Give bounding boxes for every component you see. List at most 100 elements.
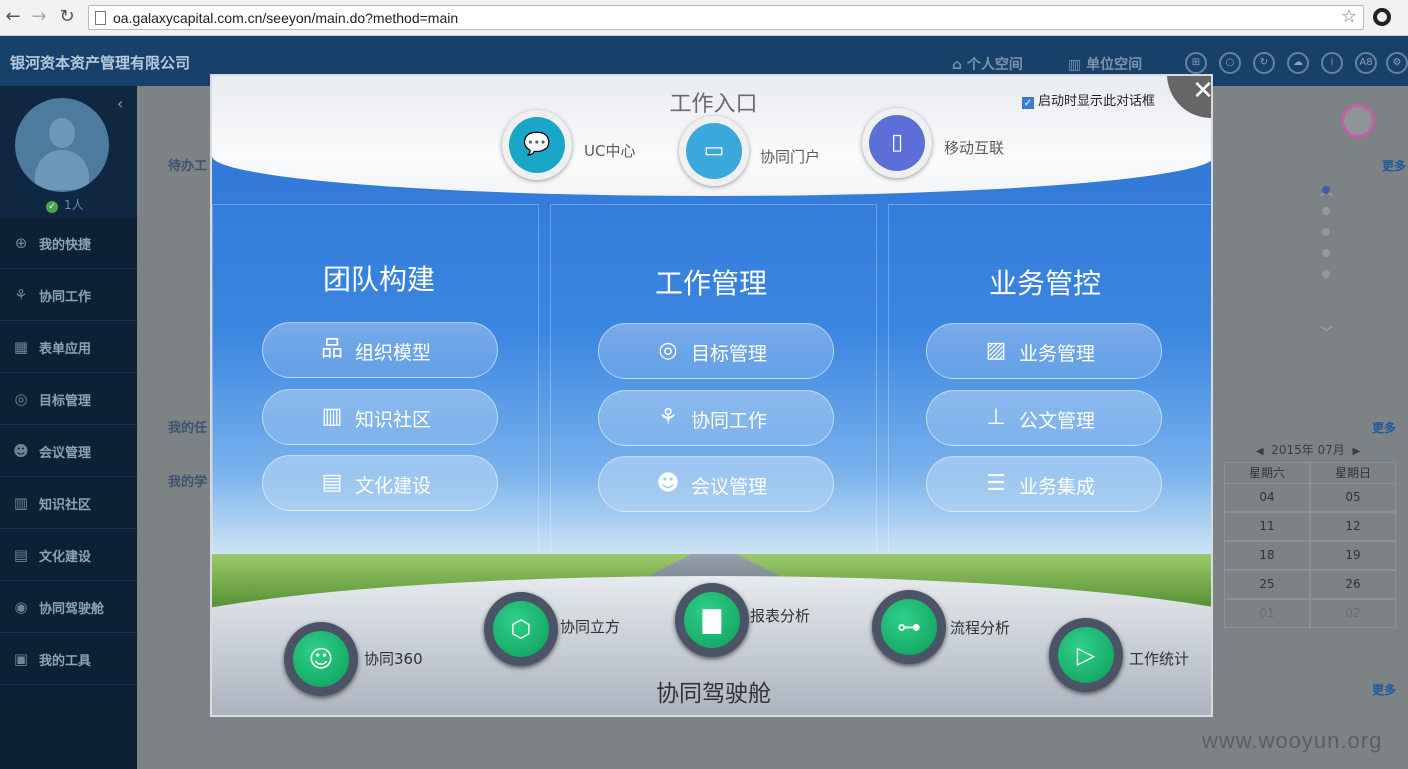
avatar[interactable] (15, 98, 109, 192)
uc-center-label[interactable]: UC中心 (584, 140, 635, 161)
collab-cube-label[interactable]: 协同立方 (560, 616, 620, 637)
calendar-day[interactable]: 04 (1224, 483, 1310, 512)
info-icon[interactable]: i (1321, 52, 1343, 74)
calendar-day[interactable]: 25 (1224, 570, 1310, 599)
calendar-day[interactable]: 05 (1310, 483, 1396, 512)
startup-checkbox[interactable]: ✓ 启动时显示此对话框 (1022, 90, 1155, 109)
forward-button[interactable]: → (28, 6, 50, 28)
collab-work-button[interactable]: ⚘ 协同工作 (598, 390, 834, 446)
calendar-next-icon[interactable]: ▶ (1352, 446, 1360, 457)
work-stats-label[interactable]: 工作统计 (1129, 648, 1189, 669)
meeting-mgmt-button[interactable]: ☻ 会议管理 (598, 456, 834, 512)
bar-chart-icon: ▇ (684, 592, 740, 648)
refresh-icon[interactable]: ↻ (1253, 52, 1275, 74)
sidebar-item-label: 会议管理 (39, 446, 92, 461)
document-mgmt-button[interactable]: ⊥ 公文管理 (926, 390, 1162, 446)
weekday-sun: 星期日 (1310, 462, 1396, 484)
calendar-prev-icon[interactable]: ◀ (1256, 446, 1264, 457)
calendar-day[interactable]: 19 (1310, 541, 1396, 570)
more-link[interactable]: 更多 (1372, 681, 1396, 698)
unit-space-link[interactable]: ▥ 单位空间 (1068, 54, 1142, 74)
collab-portal-label[interactable]: 协同门户 (760, 146, 820, 167)
sidebar-item-culture[interactable]: ▤ 文化建设 (0, 529, 137, 581)
mobile-internet-button[interactable]: ▯ (862, 108, 932, 178)
url-text: oa.galaxycapital.com.cn/seeyon/main.do?m… (113, 10, 459, 26)
meeting-icon: ☻ (656, 471, 680, 496)
flow-analysis-label[interactable]: 流程分析 (950, 617, 1010, 638)
bookmark-star-icon[interactable]: ☆ (1341, 6, 1357, 27)
page-icon (95, 11, 106, 25)
weekday-sat: 星期六 (1224, 462, 1310, 484)
cube-icon: ⬡ (493, 601, 549, 657)
culture-building-button[interactable]: ▤ 文化建设 (262, 455, 498, 511)
personal-space-link[interactable]: ⌂ 个人空间 (952, 54, 1023, 74)
sidebar-item-form-apps[interactable]: ▦ 表单应用 (0, 321, 137, 373)
sidebar-item-meeting-mgmt[interactable]: ☻ 会议管理 (0, 425, 137, 477)
collab-360-label[interactable]: 协同360 (364, 648, 423, 669)
business-mgmt-button[interactable]: ▨ 业务管理 (926, 323, 1162, 379)
mobile-internet-label[interactable]: 移动互联 (944, 137, 1004, 158)
sidebar-item-label: 知识社区 (39, 498, 92, 513)
knowledge-community-button[interactable]: ▥ 知识社区 (262, 389, 498, 445)
scroll-down-icon[interactable]: ﹀ (1320, 322, 1333, 341)
sidebar-item-collab-work[interactable]: ⚘ 协同工作 (0, 269, 137, 321)
sidebar-item-my-tools[interactable]: ▣ 我的工具 (0, 633, 137, 685)
carousel-dot-active[interactable] (1322, 186, 1330, 194)
collapse-sidebar-icon[interactable]: ‹ (117, 94, 123, 113)
sidebar-item-label: 我的工具 (39, 654, 92, 669)
target-icon: ◎ (658, 338, 678, 363)
settings-icon[interactable]: ⚙ (1386, 52, 1408, 74)
carousel-dot[interactable] (1322, 207, 1330, 215)
monitor-icon: ▭ (686, 123, 742, 179)
sidebar-item-cockpit[interactable]: ◉ 协同驾驶舱 (0, 581, 137, 633)
calendar-row: 04 05 (1218, 483, 1398, 512)
cloud-icon[interactable]: ☁ (1287, 52, 1309, 74)
carousel-dots[interactable] (1322, 186, 1334, 291)
sidebar-item-label: 文化建设 (39, 550, 92, 565)
font-size-icon[interactable]: A8 (1355, 52, 1377, 74)
button-label: 协同工作 (691, 410, 768, 432)
collab-360-button[interactable]: ☺ (284, 622, 358, 696)
address-bar[interactable]: oa.galaxycapital.com.cn/seeyon/main.do?m… (88, 5, 1364, 30)
collab-cube-button[interactable]: ⬡ (484, 592, 558, 666)
more-link[interactable]: 更多 (1372, 419, 1396, 436)
sidebar-item-knowledge[interactable]: ▥ 知识社区 (0, 477, 137, 529)
culture-icon: ▤ (321, 470, 343, 495)
calendar-day[interactable]: 26 (1310, 570, 1396, 599)
business-integration-button[interactable]: ☰ 业务集成 (926, 456, 1162, 512)
sidebar-item-goal-mgmt[interactable]: ◎ 目标管理 (0, 373, 137, 425)
calendar-day[interactable]: 11 (1224, 512, 1310, 541)
report-analysis-label[interactable]: 报表分析 (750, 605, 810, 626)
windows-icon[interactable]: ⊞ (1185, 52, 1207, 74)
work-stats-button[interactable]: ▷ (1049, 618, 1123, 692)
button-label: 业务集成 (1019, 476, 1096, 498)
button-label: 业务管理 (1019, 343, 1096, 365)
search-icon[interactable]: ○ (1219, 52, 1241, 74)
calendar-day[interactable]: 01 (1224, 599, 1310, 628)
chat-icon: 💬 (509, 117, 565, 173)
reload-button[interactable]: ↻ (56, 6, 78, 28)
goal-mgmt-button[interactable]: ◎ 目标管理 (598, 323, 834, 379)
more-link[interactable]: 更多 (1382, 157, 1406, 174)
carousel-dot[interactable] (1322, 249, 1330, 257)
checkbox-checked-icon[interactable]: ✓ (1022, 97, 1034, 109)
column-title-work-mgmt: 工作管理 (654, 267, 767, 300)
report-analysis-button[interactable]: ▇ (675, 583, 749, 657)
flow-analysis-button[interactable]: ⊶ (872, 590, 946, 664)
share-icon: ⚘ (658, 405, 678, 430)
extension-icon[interactable] (1373, 8, 1391, 26)
sidebar-item-my-shortcuts[interactable]: ⊕ 我的快捷 (0, 217, 137, 269)
sidebar-item-label: 协同工作 (39, 290, 92, 305)
back-button[interactable]: ← (2, 6, 24, 28)
org-model-button[interactable]: 品 组织模型 (262, 322, 498, 378)
sidebar: ‹ ✓ 1人 ⊕ 我的快捷 ⚘ 协同工作 ▦ 表单应用 ◎ 目标管理 ☻ 会议管理… (0, 86, 137, 769)
carousel-dot[interactable] (1322, 228, 1330, 236)
uc-center-button[interactable]: 💬 (502, 110, 572, 180)
calendar-day[interactable]: 02 (1310, 599, 1396, 628)
carousel-dot[interactable] (1322, 270, 1330, 278)
calendar-day[interactable]: 12 (1310, 512, 1396, 541)
sidebar-item-label: 表单应用 (39, 342, 92, 357)
collab-portal-button[interactable]: ▭ (679, 116, 749, 186)
button-label: 文化建设 (355, 475, 432, 497)
calendar-day[interactable]: 18 (1224, 541, 1310, 570)
